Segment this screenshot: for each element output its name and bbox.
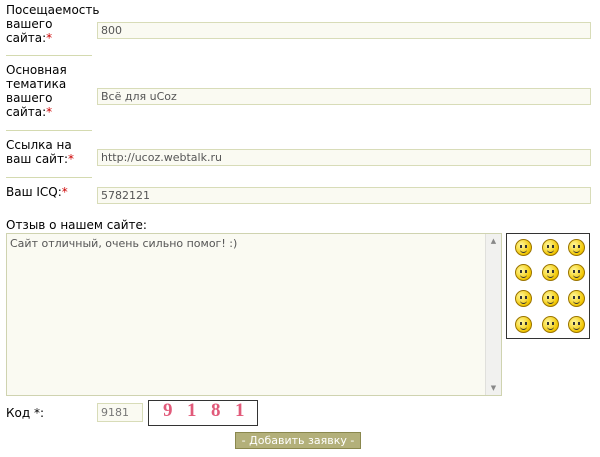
review-scrollbar[interactable]: ▲ ▼	[485, 234, 501, 395]
link-input[interactable]	[97, 149, 591, 166]
traffic-input[interactable]	[97, 22, 591, 39]
captcha-char: 9	[163, 400, 173, 421]
review-textarea[interactable]: Сайт отличный, очень сильно помог! :)	[7, 234, 487, 395]
happy-smile-icon[interactable]	[568, 264, 585, 281]
review-label: Отзыв о нашем сайте:	[6, 218, 147, 232]
smile-icon[interactable]	[542, 290, 559, 307]
divider	[6, 130, 92, 131]
captcha-image: 9 1 8 1	[148, 400, 258, 426]
review-textarea-wrap: Сайт отличный, очень сильно помог! :) ▲ …	[6, 233, 502, 396]
tongue-smile-icon[interactable]	[515, 316, 532, 333]
smirk-smile-icon[interactable]	[568, 316, 585, 333]
angry-smile-icon[interactable]	[515, 239, 532, 256]
grin-smile-icon[interactable]	[542, 239, 559, 256]
link-label: Ссылка на ваш сайт:*	[6, 138, 75, 166]
surprised-smile-icon[interactable]	[568, 290, 585, 307]
traffic-label: Посещаемость вашего сайта:*	[6, 3, 100, 45]
captcha-char: 8	[211, 400, 221, 421]
captcha-label: Код *:	[6, 406, 45, 420]
submit-button[interactable]: - Добавить заявку -	[235, 432, 361, 449]
scroll-up-icon[interactable]: ▲	[486, 234, 501, 248]
scroll-down-icon[interactable]: ▼	[486, 381, 501, 395]
topic-input[interactable]	[97, 88, 591, 105]
icq-input[interactable]	[97, 187, 591, 204]
captcha-input[interactable]	[97, 403, 143, 422]
shocked-smile-icon[interactable]	[515, 264, 532, 281]
smiles-panel	[506, 233, 590, 339]
icq-label: Ваш ICQ:*	[6, 185, 68, 199]
captcha-char: 1	[235, 400, 245, 421]
captcha-char: 1	[187, 400, 197, 421]
divider	[6, 177, 92, 178]
worried-smile-icon[interactable]	[515, 290, 532, 307]
blush-smile-icon[interactable]	[542, 316, 559, 333]
wink-smile-icon[interactable]	[542, 264, 559, 281]
divider	[6, 55, 92, 56]
topic-label: Основная тематика вашего сайта:*	[6, 63, 67, 119]
cool-smile-icon[interactable]	[568, 239, 585, 256]
